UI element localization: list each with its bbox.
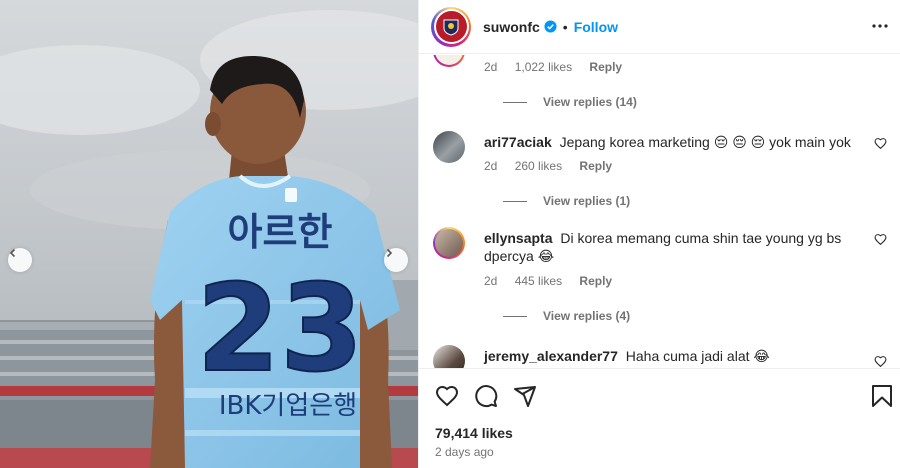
reply-button[interactable]: Reply [579, 274, 612, 288]
chevron-left-icon [9, 248, 16, 258]
post-image: 아르한 23 IBK기업은행 [0, 0, 418, 468]
comments-list[interactable]: 2d 1,022 likes Reply View replies (14) a… [419, 55, 900, 368]
post-date: 2 days ago [435, 445, 494, 459]
comment-likes[interactable]: 260 likes [515, 159, 562, 173]
more-options-icon[interactable] [871, 17, 889, 35]
comment-text: Jepang korea marketing 😔 😔 😔 yok main yo… [559, 134, 851, 150]
club-crest-icon [443, 19, 459, 36]
jersey-name: 아르한 [228, 210, 333, 254]
view-replies-label: View replies (14) [543, 95, 637, 109]
verified-badge-icon [544, 20, 557, 33]
comment-icon[interactable] [474, 384, 498, 408]
comment-like-icon[interactable] [874, 137, 887, 150]
post-actions: 79,414 likes 2 days ago [419, 368, 900, 468]
view-replies-button[interactable]: View replies (14) [503, 95, 637, 109]
comment-body: jeremy_alexander77 Haha cuma jadi alat 😂 [484, 347, 859, 365]
comment-username[interactable]: ellynsapta [484, 230, 552, 246]
chevron-right-icon [386, 248, 393, 258]
comment-username[interactable]: jeremy_alexander77 [484, 348, 618, 364]
replies-divider [503, 101, 527, 103]
comment-avatar[interactable] [433, 345, 465, 368]
comment-avatar[interactable] [433, 131, 465, 163]
comment-text: Haha cuma jadi alat 😂 [625, 348, 770, 364]
header-separator: • [562, 18, 568, 35]
comment-meta: 2d 260 likes Reply [484, 159, 626, 173]
post-photo: 아르한 23 IBK기업은행 [0, 0, 418, 468]
view-replies-button[interactable]: View replies (1) [503, 194, 630, 208]
comment-age: 2d [484, 60, 498, 74]
post-side-panel: suwonfc • Follow 2d 1,022 likes Reply Vi… [418, 0, 900, 468]
comment-like-icon[interactable] [874, 355, 887, 368]
comment-like-icon[interactable] [874, 233, 887, 246]
view-replies-label: View replies (4) [543, 309, 631, 323]
view-replies-label: View replies (1) [543, 194, 631, 208]
comment-body: ellynsapta Di korea memang cuma shin tae… [484, 229, 859, 265]
reply-button[interactable]: Reply [579, 159, 612, 173]
comment-likes[interactable]: 445 likes [515, 274, 562, 288]
comment-age: 2d [484, 274, 498, 288]
replies-divider [503, 315, 527, 317]
comment-age: 2d [484, 159, 498, 173]
club-logo [435, 11, 467, 42]
share-icon[interactable] [513, 384, 537, 408]
account-username[interactable]: suwonfc [483, 19, 540, 35]
comment-body: ari77aciak Jepang korea marketing 😔 😔 😔 … [484, 133, 859, 151]
comment-avatar[interactable] [433, 55, 465, 67]
next-photo-button[interactable] [384, 248, 408, 272]
comment-meta: 2d 445 likes Reply [484, 274, 626, 288]
comment-likes[interactable]: 1,022 likes [515, 60, 572, 74]
reply-button[interactable]: Reply [589, 60, 622, 74]
bookmark-icon[interactable] [871, 384, 893, 408]
jersey-sponsor: IBK기업은행 [219, 391, 357, 421]
account-avatar[interactable] [431, 6, 471, 47]
heart-icon[interactable] [435, 384, 459, 408]
follow-button[interactable]: Follow [574, 19, 618, 35]
previous-photo-button[interactable] [8, 248, 32, 272]
jersey-number: 23 [197, 260, 364, 399]
view-replies-button[interactable]: View replies (4) [503, 309, 630, 323]
replies-divider [503, 200, 527, 202]
post-likes-count[interactable]: 79,414 likes [435, 425, 513, 441]
comment-meta: 2d 1,022 likes Reply [484, 60, 636, 74]
post-header: suwonfc • Follow [419, 0, 900, 54]
comment-username[interactable]: ari77aciak [484, 134, 552, 150]
comment-avatar[interactable] [433, 227, 465, 259]
